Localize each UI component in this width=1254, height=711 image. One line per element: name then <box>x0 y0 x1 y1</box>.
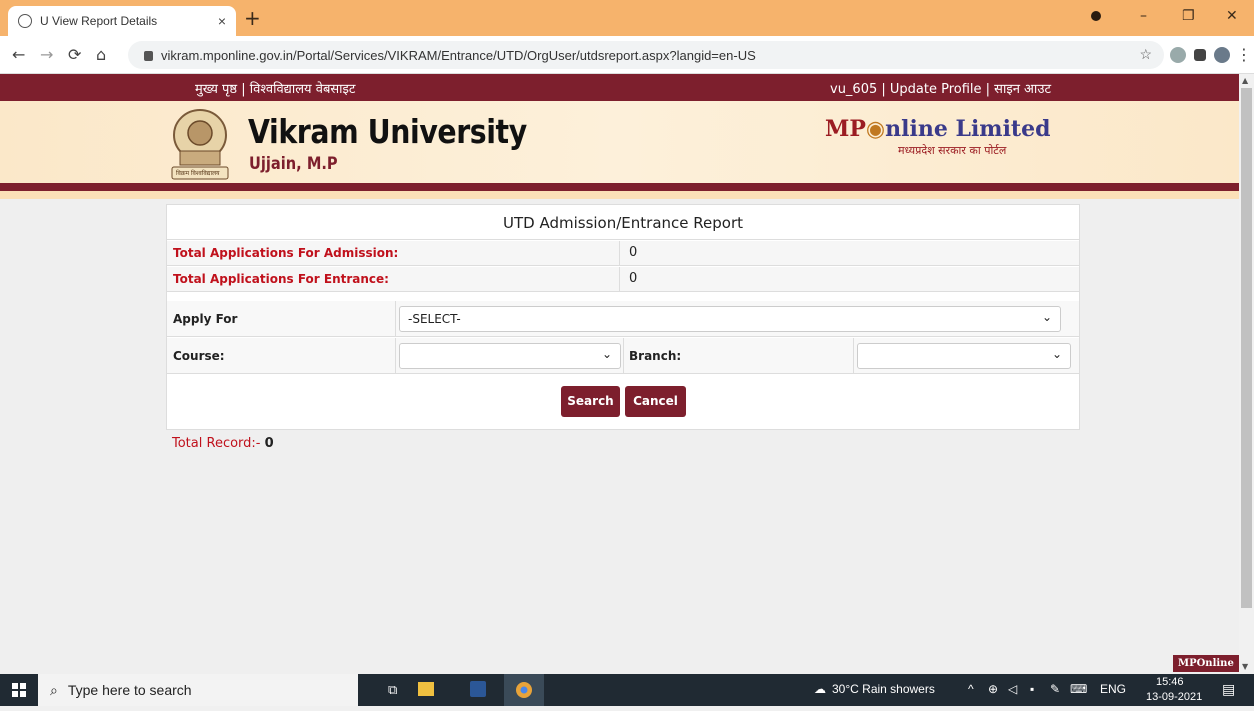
top-nav-user-links[interactable]: vu_605 | Update Profile | साइन आउट <box>830 79 1051 97</box>
windows-start-icon[interactable] <box>12 683 26 702</box>
weather-text[interactable]: 30°C Rain showers <box>832 682 935 696</box>
clock-date[interactable]: 13-09-2021 <box>1146 691 1202 703</box>
apply-for-select[interactable]: -SELECT- ⌄ <box>399 306 1061 332</box>
mponline-logo: MP◉nline Limited <box>825 116 1051 142</box>
scroll-down-icon[interactable]: ▼ <box>1242 662 1248 671</box>
university-city: Ujjain, M.P <box>249 154 338 174</box>
university-name: Vikram University <box>248 112 527 151</box>
file-explorer-icon[interactable] <box>418 682 434 696</box>
entrance-count-row: Total Applications For Entrance: 0 <box>167 267 1079 292</box>
page-scrollbar[interactable]: ▲ ▼ <box>1239 74 1254 674</box>
banner-divider-light <box>0 191 1239 199</box>
globe-icon <box>18 14 32 28</box>
chevron-down-icon: ⌄ <box>1041 310 1052 324</box>
top-nav-left-links[interactable]: मुख्य पृष्ठ | विश्वविद्यालय वेबसाइट <box>195 79 355 97</box>
task-view-icon[interactable]: ⧉ <box>388 682 397 698</box>
minimize-button[interactable]: – <box>1140 8 1147 24</box>
search-button[interactable]: Search <box>561 386 620 417</box>
profile-dot-icon[interactable] <box>1090 10 1102 26</box>
apply-for-label: Apply For <box>173 312 238 326</box>
admission-count-value: 0 <box>629 245 638 260</box>
pen-icon[interactable]: ✎ <box>1050 682 1060 696</box>
lock-icon <box>144 51 153 61</box>
windows-taskbar: ⌕ Type here to search ⧉ ☁ 30°C Rain show… <box>0 674 1254 706</box>
language-indicator[interactable]: ENG <box>1100 682 1126 696</box>
mponline-badge[interactable]: MPOnline <box>1173 655 1239 672</box>
reload-icon[interactable]: ⟳ <box>68 45 81 64</box>
keyboard-icon[interactable]: ⌨ <box>1070 682 1087 696</box>
menu-icon[interactable]: ⋮ <box>1236 45 1252 64</box>
url-text: vikram.mponline.gov.in/Portal/Services/V… <box>161 47 756 63</box>
tab-close-button[interactable]: × <box>218 13 226 29</box>
puzzle-icon[interactable] <box>1194 49 1206 61</box>
course-branch-row: Course: ⌄ Branch: ⌄ <box>167 338 1079 374</box>
browser-tab[interactable]: U View Report Details × <box>8 6 236 36</box>
notification-icon[interactable]: ▤ <box>1222 681 1235 698</box>
chrome-taskbar-button[interactable] <box>504 674 544 706</box>
scroll-thumb[interactable] <box>1241 88 1252 608</box>
admission-count-label: Total Applications For Admission: <box>173 246 399 260</box>
home-icon[interactable]: ⌂ <box>96 45 106 64</box>
apply-for-row: Apply For -SELECT- ⌄ <box>167 301 1079 337</box>
admission-count-row: Total Applications For Admission: 0 <box>167 241 1079 266</box>
forward-icon[interactable]: → <box>40 45 53 64</box>
report-title: UTD Admission/Entrance Report <box>167 205 1079 240</box>
tray-chevron-icon[interactable]: ^ <box>968 682 974 696</box>
emblem-caption: विक्रम विश्वविद्यालय <box>176 170 220 177</box>
search-icon: ⌕ <box>50 681 58 698</box>
mponline-tagline: मध्यप्रदेश सरकार का पोर्टल <box>898 144 1007 157</box>
address-bar[interactable]: vikram.mponline.gov.in/Portal/Services/V… <box>128 41 1164 69</box>
back-icon[interactable]: ← <box>12 45 25 64</box>
branch-label: Branch: <box>629 349 682 363</box>
new-tab-button[interactable]: + <box>244 8 261 28</box>
banner-divider <box>0 183 1239 191</box>
network-icon[interactable]: ⊕ <box>988 682 998 696</box>
scroll-up-icon[interactable]: ▲ <box>1242 76 1248 85</box>
total-record-value: 0 <box>264 436 274 451</box>
course-select[interactable]: ⌄ <box>399 343 621 369</box>
extension-icon[interactable] <box>1170 47 1186 63</box>
tab-title: U View Report Details <box>40 14 158 28</box>
weather-icon[interactable]: ☁ <box>814 682 826 696</box>
top-nav-bar: मुख्य पृष्ठ | विश्वविद्यालय वेबसाइट vu_6… <box>0 74 1239 101</box>
word-icon[interactable] <box>470 681 486 697</box>
university-emblem-icon: विक्रम विश्वविद्यालय <box>166 107 234 183</box>
close-window-button[interactable]: ✕ <box>1226 8 1238 24</box>
branch-select[interactable]: ⌄ <box>857 343 1071 369</box>
page-content: मुख्य पृष्ठ | विश्वविद्यालय वेबसाइट vu_6… <box>0 74 1239 674</box>
browser-toolbar: ← → ⟳ ⌂ vikram.mponline.gov.in/Portal/Se… <box>0 36 1254 74</box>
avatar[interactable] <box>1214 47 1230 63</box>
total-record-label: Total Record:- <box>172 436 265 451</box>
chevron-down-icon: ⌄ <box>601 347 612 361</box>
action-buttons: Search Cancel <box>167 375 1079 430</box>
entrance-count-label: Total Applications For Entrance: <box>173 272 389 286</box>
clock-time[interactable]: 15:46 <box>1156 676 1184 688</box>
course-label: Course: <box>173 349 225 363</box>
app-tray-icon[interactable]: ▪ <box>1030 682 1034 696</box>
chevron-down-icon: ⌄ <box>1051 347 1062 361</box>
entrance-count-value: 0 <box>629 271 638 286</box>
report-panel: UTD Admission/Entrance Report Total Appl… <box>166 204 1080 430</box>
cancel-button[interactable]: Cancel <box>625 386 686 417</box>
star-icon[interactable]: ☆ <box>1139 46 1152 63</box>
restore-button[interactable]: ❐ <box>1182 8 1195 24</box>
total-record: Total Record:- 0 <box>172 436 274 451</box>
taskbar-search-input[interactable]: ⌕ Type here to search <box>38 674 358 706</box>
volume-icon[interactable]: ◁ <box>1008 682 1017 696</box>
browser-tab-strip: U View Report Details × + – ❐ ✕ <box>0 0 1254 36</box>
